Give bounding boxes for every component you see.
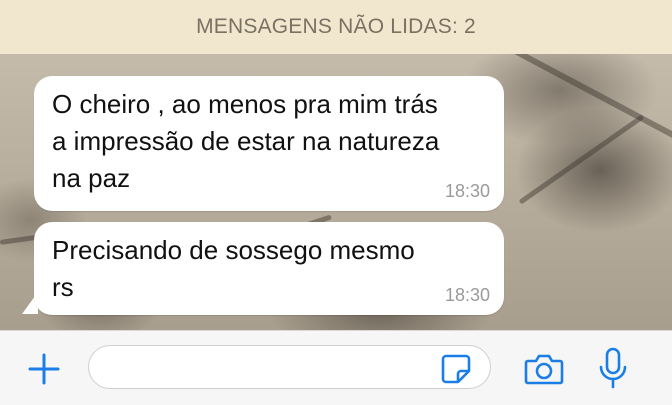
wallpaper-detail [518,114,645,205]
chat-screen: MENSAGENS NÃO LIDAS: 2 O cheiro , ao men… [0,0,672,405]
message-bubble[interactable]: Precisando de sossego mesmo rs 18:30 [34,222,504,315]
message-text: O cheiro , ao menos pra mim trás a impre… [52,89,440,193]
message-input[interactable] [88,345,491,389]
plus-icon[interactable] [26,351,62,387]
message-timestamp: 18:30 [444,181,490,201]
message-text: Precisando de sossego mesmo rs [52,235,415,302]
microphone-icon[interactable] [598,347,628,391]
message-input-bar [0,330,672,405]
message-bubble[interactable]: O cheiro , ao menos pra mim trás a impre… [34,76,504,211]
unread-messages-label: MENSAGENS NÃO LIDAS: 2 [196,15,476,38]
unread-messages-banner: MENSAGENS NÃO LIDAS: 2 [0,0,672,54]
wallpaper-detail [498,40,672,149]
message-timestamp: 18:30 [444,285,490,305]
sticker-icon[interactable] [440,353,472,385]
camera-icon[interactable] [524,352,564,386]
